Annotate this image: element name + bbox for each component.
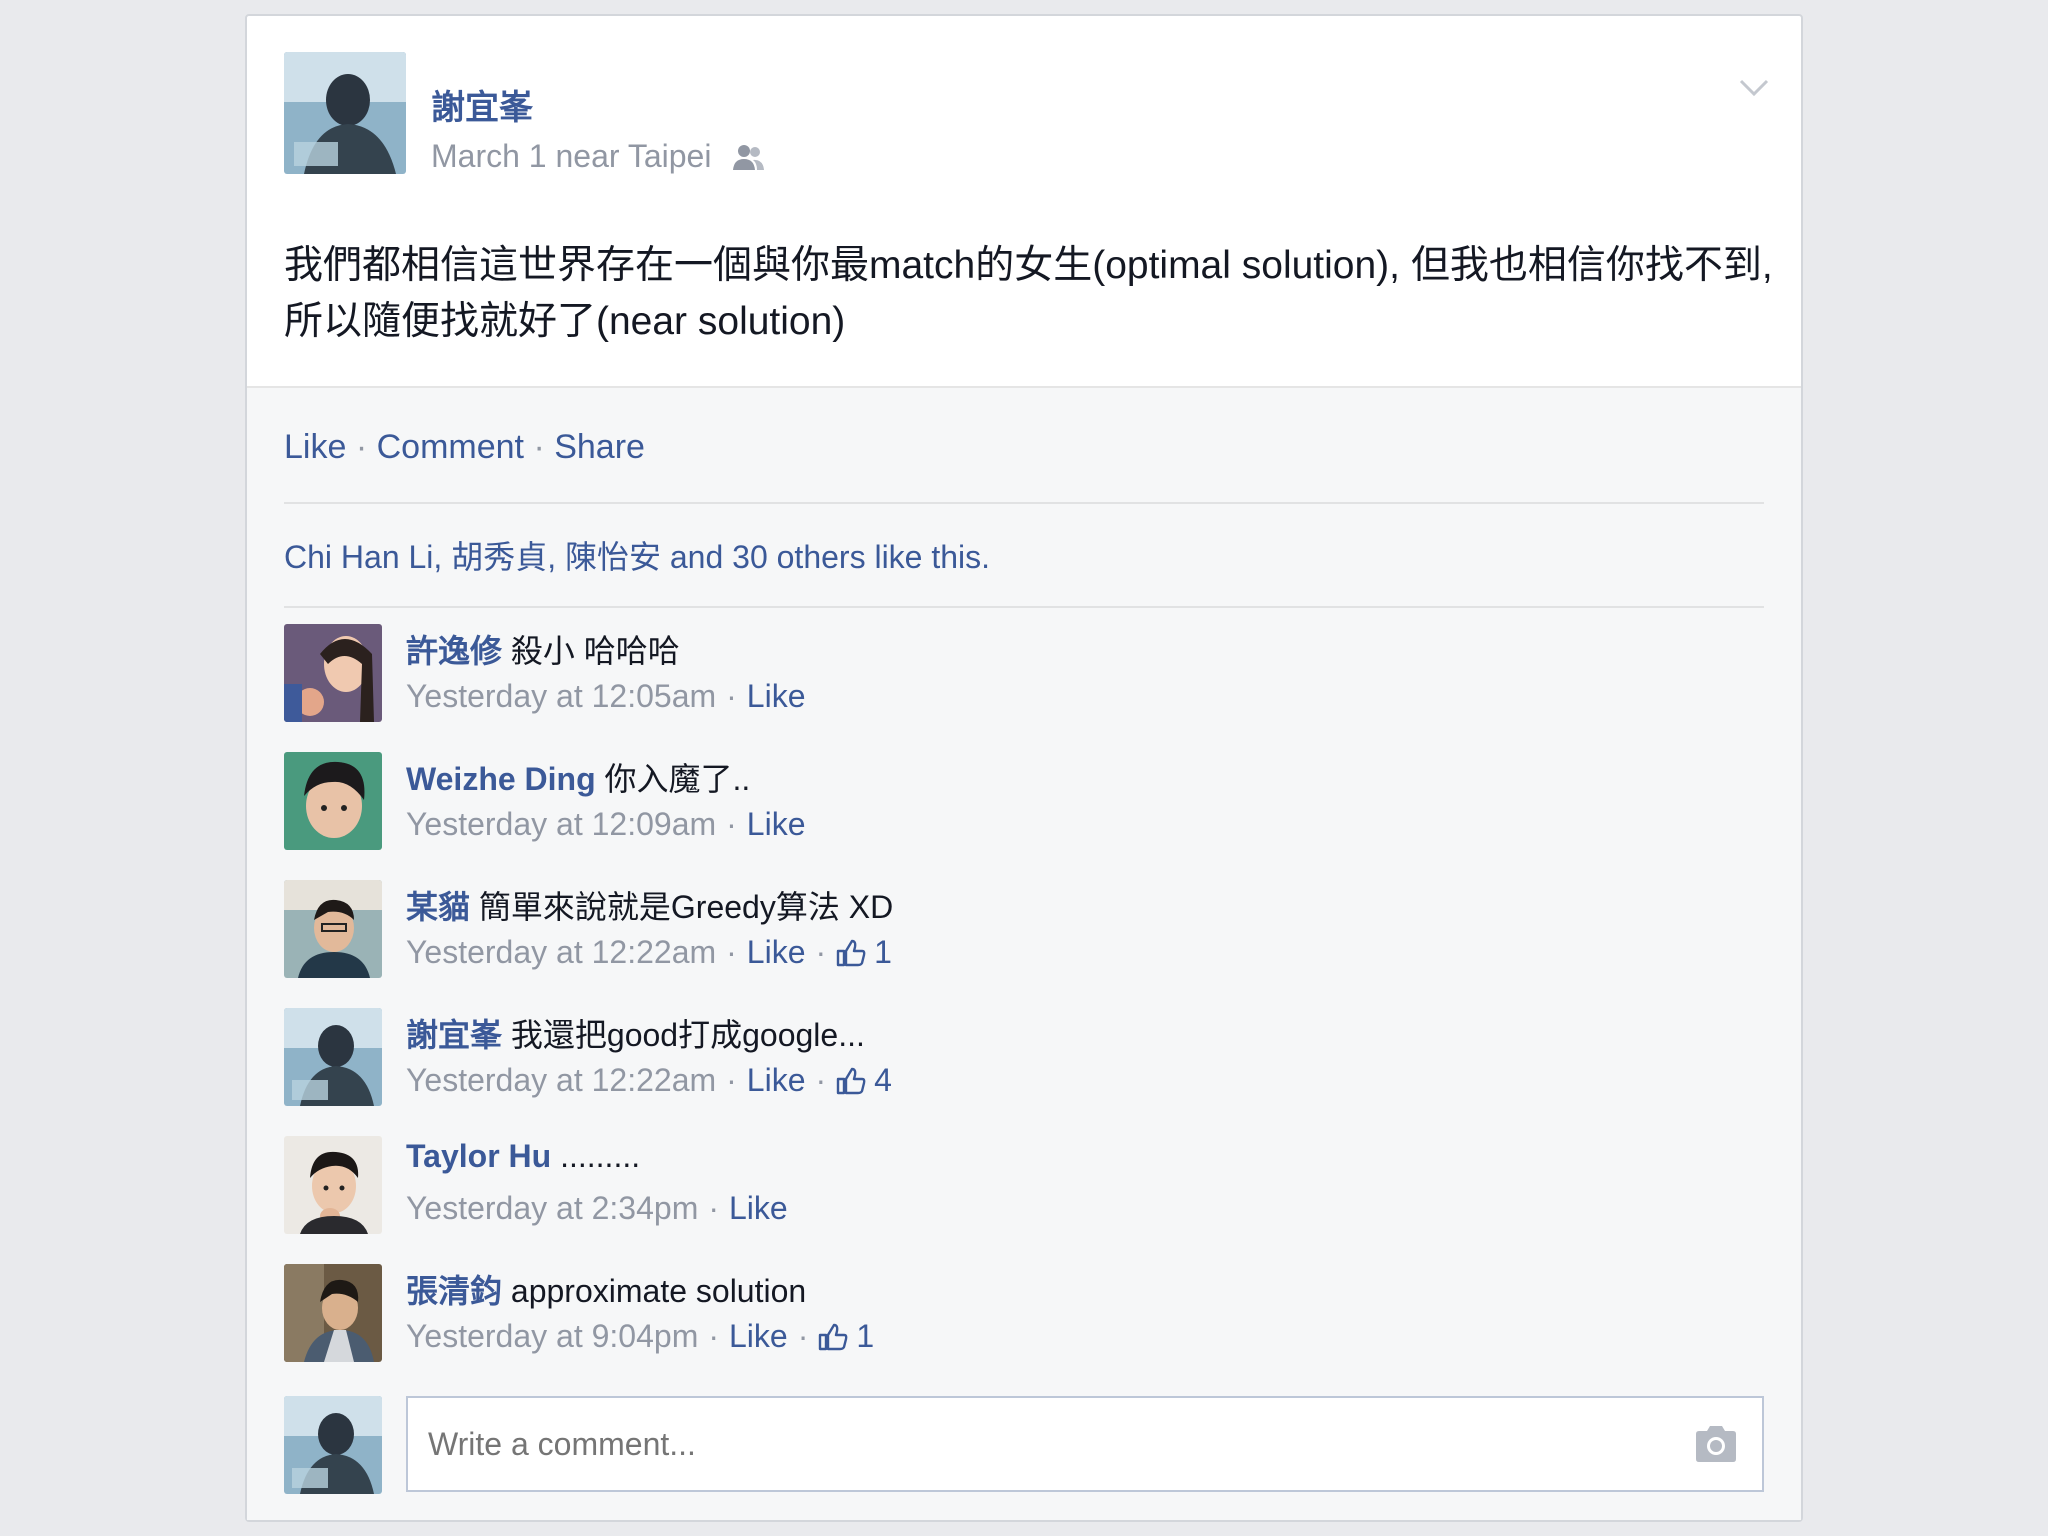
comment-author[interactable]: 張清鈞 — [406, 1273, 502, 1309]
post-actions: Like · Comment · Share — [284, 428, 645, 467]
separator: · — [726, 1062, 737, 1098]
separator: · — [708, 1318, 719, 1354]
like-count: 1 — [856, 1318, 875, 1354]
author-avatar[interactable] — [284, 52, 406, 174]
comment-meta: Yesterday at 12:22am · Like · 1 — [406, 934, 892, 971]
comment-time[interactable]: Yesterday at 12:22am — [406, 1062, 716, 1099]
comment-line: Taylor Hu ......... — [406, 1138, 640, 1175]
commenter-avatar[interactable] — [284, 880, 382, 978]
separator: · — [815, 1062, 827, 1098]
thumbs-up-icon — [819, 1323, 848, 1350]
comment-item: Taylor Hu ......... Yesterday at 2:34pm … — [284, 1136, 1764, 1236]
post-body-text: 我們都相信這世界存在一個與你最match的女生(optimal solution… — [284, 244, 1773, 343]
chevron-down-icon[interactable] — [1737, 70, 1771, 104]
comment-time[interactable]: Yesterday at 12:22am — [406, 934, 716, 971]
comment-author[interactable]: 許逸修 — [406, 633, 502, 669]
separator: · — [726, 678, 737, 714]
like-count: 1 — [874, 934, 892, 970]
divider — [284, 502, 1764, 504]
comment-item: 謝宜峯 我還把good打成google... Yesterday at 12:2… — [284, 1008, 1764, 1108]
comment-like-count[interactable]: 4 — [836, 1062, 892, 1099]
post-author-name[interactable]: 謝宜峯 — [431, 80, 533, 129]
separator: · — [726, 934, 737, 970]
commenter-avatar[interactable] — [284, 752, 382, 850]
post-footer: Like · Comment · Share Chi Han Li, 胡秀貞, … — [247, 386, 1801, 1520]
comment-time[interactable]: Yesterday at 12:05am — [406, 678, 716, 715]
friends-icon[interactable] — [731, 142, 765, 172]
likes-summary[interactable]: Chi Han Li, 胡秀貞, 陳怡安 and 30 others like … — [284, 532, 990, 578]
comment-meta: Yesterday at 2:34pm · Like — [406, 1190, 788, 1227]
comment-line: 張清鈞 approximate solution — [406, 1266, 806, 1312]
camera-icon[interactable] — [1694, 1424, 1738, 1464]
commenter-avatar[interactable] — [284, 624, 382, 722]
comment-like-count[interactable]: 1 — [818, 1318, 874, 1355]
comment-line: 某貓 簡單來說就是Greedy算法 XD — [406, 882, 893, 928]
comment-author[interactable]: 某貓 — [406, 889, 470, 925]
separator: · — [797, 1318, 809, 1354]
post-meta: March 1 near Taipei — [431, 138, 765, 175]
commenter-avatar[interactable] — [284, 1136, 382, 1234]
action-separator: · — [533, 428, 545, 466]
comment-author[interactable]: 謝宜峯 — [406, 1017, 502, 1053]
separator: · — [708, 1190, 719, 1226]
post-header: 謝宜峯 March 1 near Taipei — [284, 52, 1771, 177]
comment-meta: Yesterday at 9:04pm · Like · 1 — [406, 1318, 874, 1355]
comment-author[interactable]: Taylor Hu — [406, 1138, 551, 1174]
comment-like-link[interactable]: Like — [729, 1190, 788, 1227]
like-link[interactable]: Like — [284, 428, 346, 466]
comment-time[interactable]: Yesterday at 9:04pm — [406, 1318, 698, 1355]
comment-like-link[interactable]: Like — [747, 806, 806, 843]
comment-time[interactable]: Yesterday at 2:34pm — [406, 1190, 698, 1227]
thumbs-up-icon — [836, 1067, 866, 1094]
divider — [284, 606, 1764, 608]
commenter-avatar[interactable] — [284, 1264, 382, 1362]
share-link[interactable]: Share — [554, 428, 645, 466]
comment-line: 謝宜峯 我還把good打成google... — [406, 1010, 865, 1056]
comment-text: approximate solution — [510, 1273, 807, 1309]
current-user-avatar[interactable] — [284, 1396, 382, 1494]
comment-link[interactable]: Comment — [377, 428, 524, 466]
comment-like-link[interactable]: Like — [747, 678, 806, 715]
comment-line: Weizhe Ding 你入魔了.. — [406, 754, 750, 800]
comment-text: 我還把good打成google... — [510, 1017, 865, 1053]
post-card: 謝宜峯 March 1 near Taipei 我們都相信這世界存在一個與你最m… — [245, 14, 1803, 1522]
comment-input[interactable] — [406, 1396, 1764, 1492]
comment-text: ......... — [560, 1138, 641, 1174]
comment-like-link[interactable]: Like — [729, 1318, 788, 1355]
thumbs-up-icon — [836, 939, 866, 966]
comment-text: 簡單來說就是Greedy算法 XD — [478, 889, 894, 925]
comment-text: 你入魔了.. — [604, 761, 751, 797]
comment-item: 張清鈞 approximate solution Yesterday at 9:… — [284, 1264, 1764, 1364]
comment-author[interactable]: Weizhe Ding — [406, 761, 596, 797]
separator: · — [815, 934, 827, 970]
comment-line: 許逸修 殺小 哈哈哈 — [406, 626, 680, 672]
action-separator: · — [355, 428, 368, 466]
comment-meta: Yesterday at 12:22am · Like · 4 — [406, 1062, 892, 1099]
separator: · — [726, 806, 737, 842]
comment-time[interactable]: Yesterday at 12:09am — [406, 806, 716, 843]
comment-text: 殺小 哈哈哈 — [510, 633, 680, 669]
comment-meta: Yesterday at 12:05am · Like — [406, 678, 806, 715]
comment-like-count[interactable]: 1 — [836, 934, 892, 971]
like-count: 4 — [874, 1062, 892, 1098]
post-timestamp-location[interactable]: March 1 near Taipei — [431, 138, 711, 175]
comment-item: 許逸修 殺小 哈哈哈 Yesterday at 12:05am · Like — [284, 624, 1764, 724]
comment-item: Weizhe Ding 你入魔了.. Yesterday at 12:09am … — [284, 752, 1764, 852]
commenter-avatar[interactable] — [284, 1008, 382, 1106]
comment-meta: Yesterday at 12:09am · Like — [406, 806, 806, 843]
comment-like-link[interactable]: Like — [747, 934, 806, 971]
comment-like-link[interactable]: Like — [747, 1062, 806, 1099]
comment-item: 某貓 簡單來說就是Greedy算法 XD Yesterday at 12:22a… — [284, 880, 1764, 980]
comment-composer — [284, 1396, 1764, 1496]
